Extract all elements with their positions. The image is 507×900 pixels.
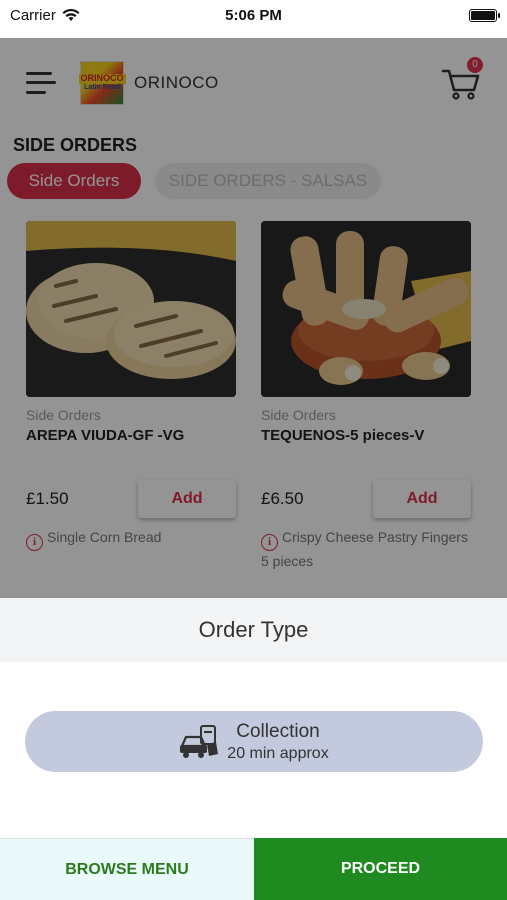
browse-menu-button[interactable]: BROWSE MENU [0, 838, 254, 900]
sheet-title: Order Type [0, 598, 507, 662]
collection-option-button[interactable]: Collection 20 min approx [25, 711, 483, 772]
proceed-button[interactable]: PROCEED [254, 838, 507, 900]
wifi-icon [62, 8, 80, 21]
collection-text: Collection 20 min approx [227, 721, 328, 763]
carrier-label: Carrier [10, 6, 56, 24]
battery-icon [469, 8, 500, 22]
collection-car-icon [180, 724, 219, 758]
collection-title: Collection [236, 720, 320, 742]
bottom-action-bar: BROWSE MENU PROCEED [0, 838, 507, 900]
status-left: Carrier [10, 7, 80, 24]
collection-subtitle: 20 min approx [227, 744, 329, 762]
modal-backdrop[interactable] [0, 38, 507, 598]
status-bar: Carrier 5:06 PM [0, 0, 507, 30]
